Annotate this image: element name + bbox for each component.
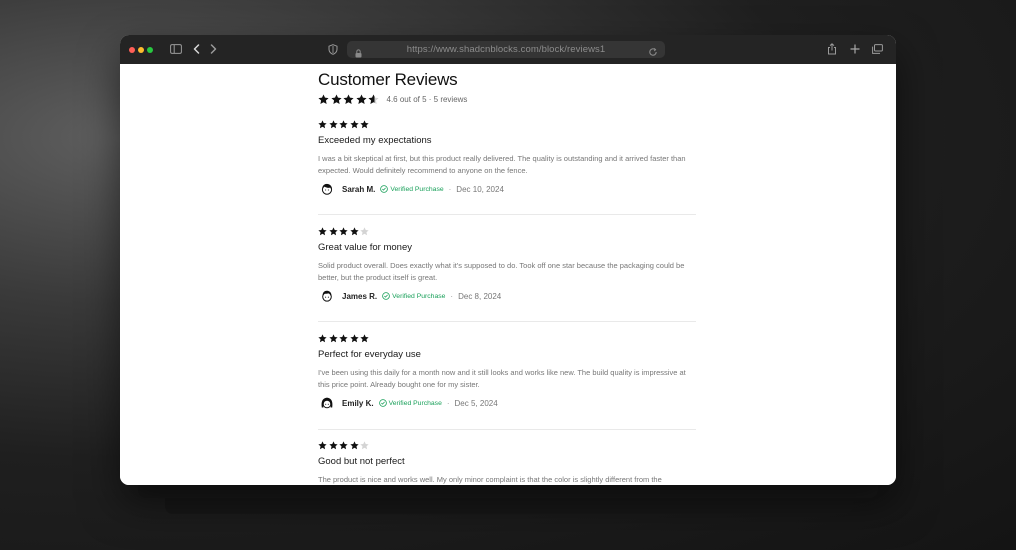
reload-icon[interactable] (648, 44, 658, 62)
window-shadow-lower (165, 498, 853, 514)
review-date: Dec 5, 2024 (454, 398, 498, 408)
review-author: Sarah M. (342, 184, 376, 194)
star-icon (328, 120, 338, 129)
rating-summary: 4.6 out of 5 · 5 reviews (318, 93, 467, 105)
zoom-window-button[interactable] (147, 47, 153, 53)
page-content: Customer Reviews 4.6 out of 5 · 5 review… (120, 64, 896, 485)
avatar (321, 397, 333, 409)
back-icon[interactable] (191, 43, 201, 55)
avatar (322, 290, 332, 302)
sidebar-toggle-icon[interactable] (169, 43, 183, 55)
new-tab-icon[interactable] (849, 43, 861, 55)
review-divider (318, 321, 696, 322)
star-icon (328, 227, 338, 236)
star-icon (355, 93, 367, 104)
review-meta: James R. Verified Purchase · Dec 8, 2024 (318, 288, 501, 304)
review-meta: Sarah M. Verified Purchase · Dec 10, 202… (318, 181, 504, 197)
meta-separator: · (446, 398, 450, 408)
review-title: Exceeded my expectations (318, 135, 432, 146)
review-star-rating (318, 120, 371, 129)
review-body: I've been using this daily for a month n… (318, 368, 686, 389)
star-icon (360, 227, 369, 236)
meta-separator: · (450, 291, 454, 301)
review-body: I was a bit skeptical at first, but this… (318, 154, 686, 175)
verified-purchase-badge: Verified Purchase (382, 292, 445, 300)
review-date: Dec 8, 2024 (458, 291, 502, 301)
lock-icon (355, 45, 362, 63)
star-icon (349, 441, 359, 450)
page-title: Customer Reviews (318, 70, 458, 89)
star-icon (343, 93, 354, 104)
verified-purchase-label: Verified Purchase (390, 185, 444, 193)
star-icon (360, 441, 369, 450)
browser-toolbar: https://www.shadcnblocks.com/block/revie… (120, 35, 896, 65)
verified-purchase-badge: Verified Purchase (378, 399, 442, 407)
forward-icon[interactable] (208, 43, 218, 55)
star-icon (339, 441, 348, 450)
review-divider (318, 214, 696, 215)
browser-window: https://www.shadcnblocks.com/block/revie… (120, 35, 896, 485)
verified-purchase-label: Verified Purchase (392, 292, 446, 300)
review-title: Good but not perfect (318, 456, 405, 467)
review-meta: Emily K. Verified Purchase · Dec 5, 2024 (318, 395, 498, 411)
star-icon (360, 334, 369, 343)
address-bar[interactable]: https://www.shadcnblocks.com/block/revie… (347, 41, 665, 58)
review-body: The product is nice and works well. My o… (318, 475, 662, 484)
star-icon (318, 227, 327, 236)
review-author: James R. (342, 291, 378, 301)
verified-purchase-label: Verified Purchase (388, 399, 442, 407)
review-author: Emily K. (342, 398, 374, 408)
review-title: Great value for money (318, 242, 412, 253)
star-icon (368, 93, 379, 104)
avatar (321, 183, 333, 195)
review-date: Dec 10, 2024 (456, 184, 504, 194)
star-icon (349, 120, 359, 129)
window-shadow-upper (138, 484, 878, 498)
review-divider (318, 429, 696, 430)
close-window-button[interactable] (129, 47, 135, 53)
star-icon (318, 120, 327, 129)
star-icon (328, 441, 338, 450)
star-icon (318, 334, 327, 343)
star-icon (349, 227, 359, 236)
minimize-window-button[interactable] (138, 47, 144, 53)
verified-purchase-badge: Verified Purchase (380, 185, 444, 193)
tab-overview-icon[interactable] (871, 43, 884, 55)
review-title: Perfect for everyday use (318, 349, 421, 360)
star-icon (318, 441, 327, 450)
review-star-rating (318, 441, 371, 450)
check-circle-icon (378, 399, 387, 407)
privacy-shield-icon[interactable] (327, 43, 339, 55)
check-circle-icon (382, 292, 390, 300)
review-body: Solid product overall. Does exactly what… (318, 261, 685, 282)
star-icon (339, 120, 348, 129)
star-icon (360, 120, 369, 129)
star-icon (349, 334, 359, 343)
star-icon (330, 93, 342, 104)
rating-summary-text: 4.6 out of 5 · 5 reviews (386, 94, 468, 104)
summary-star-rating (318, 93, 381, 105)
meta-separator: · (448, 184, 452, 194)
star-icon (339, 334, 348, 343)
review-star-rating (318, 227, 371, 236)
star-icon (328, 334, 338, 343)
url-text: https://www.shadcnblocks.com/block/revie… (406, 44, 606, 55)
review-star-rating (318, 334, 371, 343)
star-icon (339, 227, 348, 236)
star-icon (318, 93, 329, 104)
check-circle-icon (380, 185, 389, 193)
share-icon[interactable] (826, 42, 838, 56)
